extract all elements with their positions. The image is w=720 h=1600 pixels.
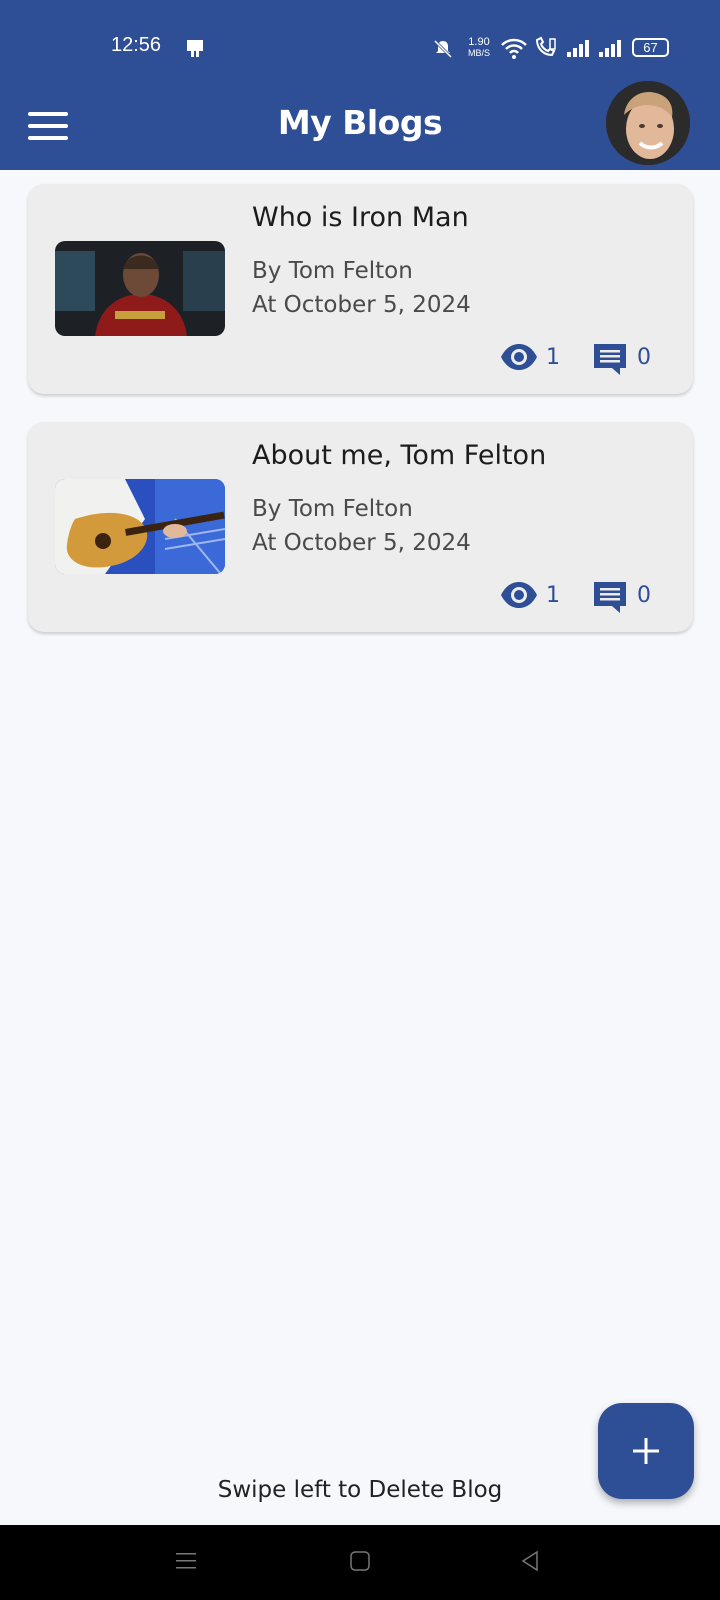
blog-date: At October 5, 2024 bbox=[252, 292, 471, 318]
add-blog-button[interactable] bbox=[598, 1403, 694, 1499]
speed-unit: MB/S bbox=[468, 48, 491, 58]
mute-icon bbox=[433, 39, 453, 59]
comment-icon bbox=[594, 344, 626, 375]
blog-author: By Tom Felton bbox=[252, 258, 413, 284]
eye-icon bbox=[501, 582, 537, 608]
blog-date: At October 5, 2024 bbox=[252, 530, 471, 556]
blog-thumbnail bbox=[55, 479, 225, 574]
view-count: 1 bbox=[546, 583, 560, 608]
back-icon[interactable] bbox=[518, 1549, 542, 1573]
view-count: 1 bbox=[546, 345, 560, 370]
status-bar: 12:56 1.90 MB/S 67 bbox=[0, 0, 720, 86]
battery-icon: 67 bbox=[632, 38, 669, 57]
eye-icon bbox=[501, 344, 537, 370]
wifi-calling-icon bbox=[535, 36, 556, 57]
blog-author: By Tom Felton bbox=[252, 496, 413, 522]
screen-cast-icon bbox=[187, 40, 203, 57]
system-nav-bar bbox=[0, 1525, 720, 1600]
recent-apps-icon[interactable] bbox=[174, 1549, 198, 1573]
blog-card[interactable]: Who is Iron Man By Tom Felton At October… bbox=[28, 184, 693, 394]
comment-count: 0 bbox=[637, 345, 651, 370]
comment-icon bbox=[594, 582, 626, 613]
battery-level: 67 bbox=[643, 40, 658, 55]
comment-count: 0 bbox=[637, 583, 651, 608]
avatar[interactable] bbox=[606, 81, 690, 165]
status-time: 12:56 bbox=[111, 34, 162, 56]
blog-title: About me, Tom Felton bbox=[252, 440, 547, 471]
home-icon[interactable] bbox=[348, 1549, 372, 1573]
wifi-icon bbox=[501, 38, 527, 59]
signal-icon-2 bbox=[599, 40, 621, 57]
blog-card[interactable]: About me, Tom Felton By Tom Felton At Oc… bbox=[28, 422, 693, 632]
blog-title: Who is Iron Man bbox=[252, 202, 469, 233]
speed-value: 1.90 bbox=[468, 36, 490, 48]
signal-icon-1 bbox=[567, 40, 589, 57]
blog-thumbnail bbox=[55, 241, 225, 336]
network-speed: 1.90 MB/S bbox=[468, 37, 490, 59]
